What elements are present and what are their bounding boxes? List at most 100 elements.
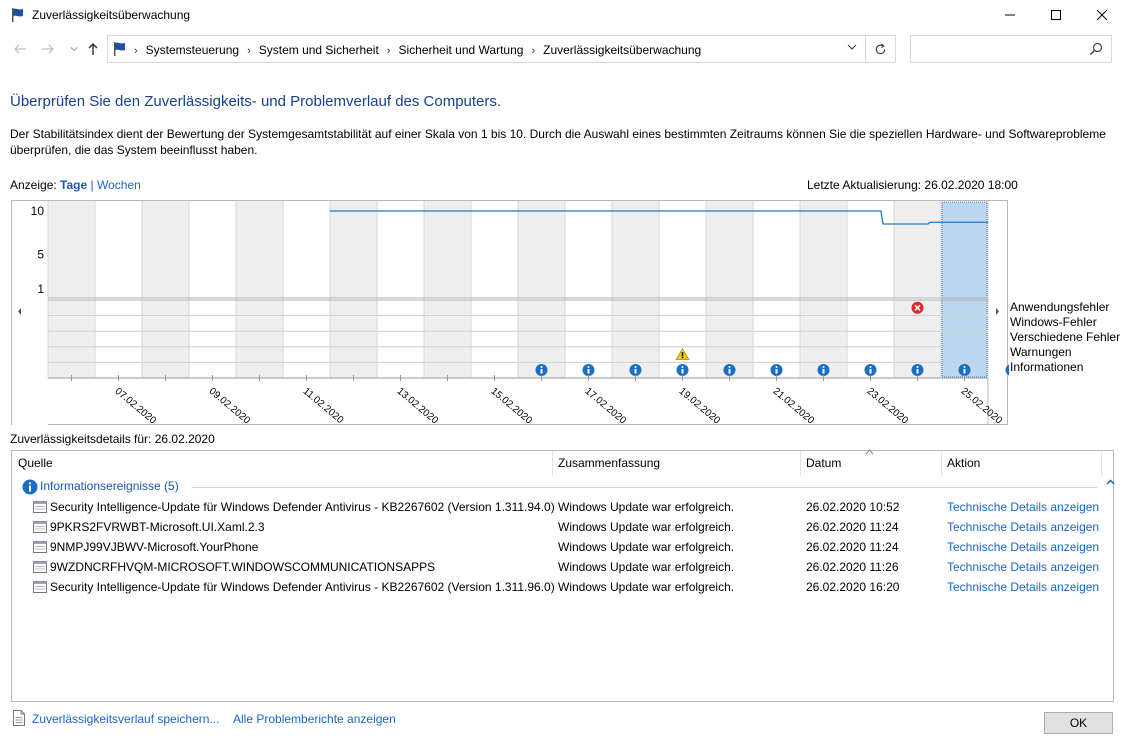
- summary-cell: Windows Update war erfolgreich.: [558, 540, 735, 554]
- address-bar[interactable]: › Systemsteuerung › System und Sicherheit › S…: [107, 35, 866, 63]
- address-dropdown-button[interactable]: [845, 42, 859, 56]
- legend-windows-errors: Windows-Fehler: [1010, 315, 1097, 329]
- search-icon: [1090, 42, 1103, 55]
- technical-details-link[interactable]: Technische Details anzeigen: [947, 520, 1099, 534]
- technical-details-link[interactable]: Technische Details anzeigen: [947, 540, 1099, 554]
- info-event-icon-stem: [728, 369, 731, 374]
- chart-axis-area: [12, 201, 48, 425]
- breadcrumb-separator[interactable]: ›: [247, 45, 251, 57]
- legend-application-errors: Anwendungsfehler: [1010, 300, 1110, 314]
- column-divider[interactable]: [1101, 451, 1102, 476]
- maximize-icon: [1051, 10, 1061, 20]
- page-title: Überprüfen Sie den Zuverlässigkeits- und…: [10, 93, 502, 110]
- date-cell: 26.02.2020 11:24: [806, 540, 899, 554]
- document-icon: [13, 710, 25, 726]
- info-event-icon: [1005, 364, 1009, 376]
- info-event-icon-dot: [587, 366, 590, 368]
- save-history-link[interactable]: Zuverlässigkeitsverlauf speichern...: [32, 712, 219, 726]
- reliability-chart[interactable]: 10 5 1 07.02.2020 09.02.2020 11.02.2020 13.02.…: [11, 200, 1009, 426]
- view-label: Anzeige:: [10, 178, 57, 192]
- group-label: Informationsereignisse (5): [40, 479, 179, 493]
- info-event-icon-stem: [540, 369, 543, 374]
- view-weeks-link[interactable]: Wochen: [97, 178, 141, 192]
- arrow-left-icon: [14, 44, 26, 54]
- technical-details-link[interactable]: Technische Details anzeigen: [947, 560, 1099, 574]
- chart-column-shade: [236, 300, 283, 378]
- info-event-icon-dot: [775, 366, 778, 368]
- date-cell: 26.02.2020 11:26: [806, 560, 899, 574]
- x-tick-label: 21.02.2020: [771, 386, 817, 426]
- table-row[interactable]: 9PKRS2FVRWBT-Microsoft.UI.Xaml.2.3 Windo…: [12, 518, 1112, 538]
- window-title: Zuverlässigkeitsüberwachung: [32, 8, 191, 22]
- column-header-source[interactable]: Quelle: [12, 451, 552, 476]
- column-header-action[interactable]: Aktion: [941, 451, 1101, 476]
- flag-icon: [114, 42, 125, 56]
- view-days-link[interactable]: Tage: [60, 178, 87, 192]
- table-row[interactable]: Security Intelligence-Update für Windows…: [12, 498, 1112, 518]
- info-event-icon-stem: [916, 369, 919, 374]
- application-icon: [33, 581, 47, 593]
- technical-details-link[interactable]: Technische Details anzeigen: [947, 580, 1099, 594]
- info-event-icon-dot: [728, 366, 731, 368]
- info-event-icon-dot: [540, 366, 543, 368]
- breadcrumb-separator[interactable]: ›: [387, 45, 391, 57]
- x-tick-label: 19.02.2020: [677, 386, 723, 426]
- info-event-icon-dot: [963, 366, 966, 368]
- chart-legend: Anwendungsfehler Windows-Fehler Verschie…: [1010, 300, 1120, 375]
- breadcrumb-item[interactable]: System und Sicherheit: [259, 43, 379, 57]
- chart-column-shade: [48, 201, 95, 298]
- refresh-button[interactable]: [866, 35, 896, 63]
- table-row[interactable]: Security Intelligence-Update für Windows…: [12, 578, 1112, 598]
- chevron-down-icon: [847, 44, 857, 50]
- table-row[interactable]: 9WZDNCRFHVQM-MICROSOFT.WINDOWSCOMMUNICAT…: [12, 558, 1112, 578]
- info-event-icon-stem: [634, 369, 637, 374]
- application-icon: [33, 501, 47, 513]
- details-table: Quelle Zusammenfassung Datum Aktion Info…: [11, 449, 1115, 702]
- view-switcher: Anzeige: Tage | Wochen: [10, 178, 141, 192]
- close-button[interactable]: [1079, 0, 1125, 30]
- info-event-icon-stem: [775, 369, 778, 374]
- chart-column-shade: [800, 201, 847, 298]
- info-event-icon-stem: [822, 369, 825, 374]
- arrow-right-icon: [42, 44, 54, 54]
- minimize-button[interactable]: [987, 0, 1033, 30]
- source-cell: Security Intelligence-Update für Windows…: [50, 500, 555, 514]
- info-event-icon-dot: [634, 366, 637, 368]
- breadcrumb-item[interactable]: Systemsteuerung: [146, 43, 239, 57]
- recent-locations-button[interactable]: [66, 42, 82, 58]
- search-input[interactable]: [910, 35, 1112, 63]
- y-tick-label: 10: [31, 204, 45, 218]
- chart-column-shade: [330, 201, 377, 298]
- breadcrumb-item[interactable]: Zuverlässigkeitsüberwachung: [543, 43, 701, 57]
- x-tick-label: 11.02.2020: [301, 386, 346, 426]
- legend-warnings: Warnungen: [1010, 345, 1072, 359]
- column-header-summary[interactable]: Zusammenfassung: [552, 451, 800, 476]
- chart-column-shade: [424, 201, 471, 298]
- collapse-group-button[interactable]: [1106, 478, 1115, 489]
- breadcrumb-item[interactable]: Sicherheit und Wartung: [398, 43, 523, 57]
- chart-column-shade: [424, 300, 471, 378]
- chart-column-shade: [706, 201, 753, 298]
- date-cell: 26.02.2020 11:24: [806, 520, 899, 534]
- reliability-chart-svg[interactable]: 10 5 1 07.02.2020 09.02.2020 11.02.2020 13.02.…: [12, 201, 1009, 426]
- chart-column-shade: [48, 300, 95, 378]
- breadcrumb-separator: ›: [134, 45, 138, 57]
- ok-button[interactable]: OK: [1044, 712, 1113, 734]
- back-button[interactable]: [12, 42, 28, 58]
- chart-column-shade: [142, 201, 189, 298]
- maximize-button[interactable]: [1033, 0, 1079, 30]
- technical-details-link[interactable]: Technische Details anzeigen: [947, 500, 1099, 514]
- details-label: Zuverlässigkeitsdetails für: 26.02.2020: [10, 432, 215, 446]
- breadcrumb-separator[interactable]: ›: [531, 45, 535, 57]
- date-cell: 26.02.2020 10:52: [806, 500, 900, 514]
- group-header-information[interactable]: Informationsereignisse (5): [22, 478, 1115, 496]
- legend-misc-errors: Verschiedene Fehler: [1010, 330, 1121, 344]
- up-button[interactable]: [85, 42, 101, 58]
- info-event-icon-dot: [822, 366, 825, 368]
- all-reports-link[interactable]: Alle Problemberichte anzeigen: [233, 712, 396, 726]
- table-row[interactable]: 9NMPJ99VJBWV-Microsoft.YourPhone Windows…: [12, 538, 1112, 558]
- forward-button[interactable]: [40, 42, 56, 58]
- info-event-icon-stem: [587, 369, 590, 374]
- chart-column-shade: [330, 300, 377, 378]
- summary-cell: Windows Update war erfolgreich.: [558, 520, 735, 534]
